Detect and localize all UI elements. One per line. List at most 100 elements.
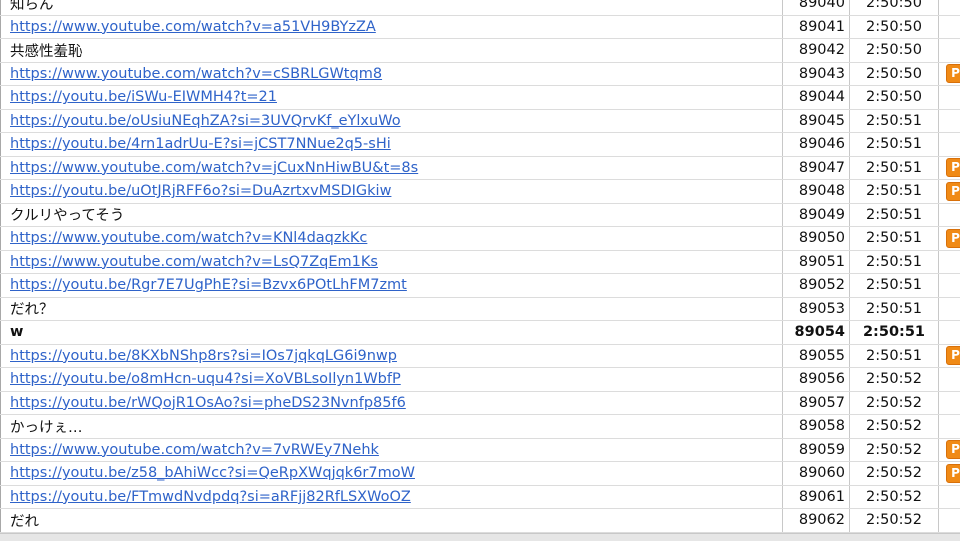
badge-cell: [939, 15, 960, 39]
comment-row[interactable]: https://youtu.be/8KXbNShp8rs?si=IOs7jqkq…: [1, 344, 960, 368]
comment-number: 89044: [783, 86, 850, 110]
comment-number: 89056: [783, 368, 850, 392]
comment-cell: https://youtu.be/iSWu-EIWMH4?t=21: [1, 86, 783, 110]
comment-number: 89043: [783, 62, 850, 86]
comment-timestamp: 2:50:51: [850, 274, 939, 298]
comment-row[interactable]: クルリやってそう890492:50:51: [1, 203, 960, 227]
comment-row[interactable]: https://youtu.be/o8mHcn-uqu4?si=XoVBLsoI…: [1, 368, 960, 392]
comment-number: 89055: [783, 344, 850, 368]
comment-number: 89048: [783, 180, 850, 204]
comment-row[interactable]: https://www.youtube.com/watch?v=cSBRLGWt…: [1, 62, 960, 86]
badge-cell: [939, 274, 960, 298]
badge-cell: [939, 250, 960, 274]
comment-row[interactable]: https://youtu.be/FTmwdNvdpdq?si=aRFjj82R…: [1, 485, 960, 509]
comment-cell: https://youtu.be/rWQojR1OsAo?si=pheDS23N…: [1, 391, 783, 415]
comment-row[interactable]: https://youtu.be/iSWu-EIWMH4?t=21890442:…: [1, 86, 960, 110]
badge-cell: [939, 321, 960, 345]
comment-timestamp: 2:50:51: [850, 133, 939, 157]
comment-number: 89051: [783, 250, 850, 274]
comment-text: だれ: [10, 514, 39, 530]
comment-timestamp: 2:50:51: [850, 297, 939, 321]
comment-cell: だれ？: [1, 297, 783, 321]
premium-badge-icon: P: [946, 440, 960, 459]
comment-number: 89054: [783, 321, 850, 345]
premium-badge-icon: P: [946, 64, 960, 83]
badge-cell: [939, 203, 960, 227]
premium-badge-icon: P: [946, 464, 960, 483]
badge-cell: P: [939, 227, 960, 251]
comment-text: クルリやってそう: [10, 208, 124, 224]
comment-link[interactable]: https://youtu.be/z58_bAhiWcc?si=QeRpXWqj…: [10, 465, 415, 481]
comment-link[interactable]: https://www.youtube.com/watch?v=KNl4daqz…: [10, 230, 367, 246]
comment-text: かっけぇ…: [10, 420, 83, 436]
comment-row[interactable]: かっけぇ…890582:50:52: [1, 415, 960, 439]
comment-text: w: [10, 324, 23, 340]
comment-link[interactable]: https://youtu.be/iSWu-EIWMH4?t=21: [10, 89, 277, 105]
comment-list-body: 知らん890402:50:50 https://www.youtube.com/w…: [1, 0, 960, 532]
comment-number: 89049: [783, 203, 850, 227]
comment-text: 知らん: [10, 0, 54, 13]
comment-row[interactable]: https://youtu.be/rWQojR1OsAo?si=pheDS23N…: [1, 391, 960, 415]
comment-row[interactable]: https://www.youtube.com/watch?v=LsQ7ZqEm…: [1, 250, 960, 274]
comment-timestamp: 2:50:50: [850, 39, 939, 63]
comment-number: 89052: [783, 274, 850, 298]
comment-cell: 共感性羞恥: [1, 39, 783, 63]
comment-row[interactable]: https://www.youtube.com/watch?v=KNl4daqz…: [1, 227, 960, 251]
comment-number: 89059: [783, 438, 850, 462]
comment-row[interactable]: w890542:50:51: [1, 321, 960, 345]
comment-link[interactable]: https://youtu.be/uOtJRjRFF6o?si=DuAzrtxv…: [10, 183, 391, 199]
badge-cell: P: [939, 62, 960, 86]
comment-timestamp: 2:50:51: [850, 109, 939, 133]
comment-row[interactable]: https://www.youtube.com/watch?v=jCuxNnHi…: [1, 156, 960, 180]
comment-link[interactable]: https://www.youtube.com/watch?v=a51VH9BY…: [10, 19, 376, 35]
comment-number: 89050: [783, 227, 850, 251]
comment-timestamp: 2:50:50: [850, 0, 939, 15]
comment-cell: https://youtu.be/Rgr7E7UgPhE?si=Bzvx6POt…: [1, 274, 783, 298]
badge-cell: [939, 415, 960, 439]
comment-link[interactable]: https://www.youtube.com/watch?v=cSBRLGWt…: [10, 66, 382, 82]
comment-row[interactable]: 共感性羞恥890422:50:50: [1, 39, 960, 63]
comment-timestamp: 2:50:52: [850, 462, 939, 486]
badge-cell: [939, 0, 960, 15]
comment-link[interactable]: https://www.youtube.com/watch?v=7vRWEy7N…: [10, 442, 379, 458]
comment-timestamp: 2:50:51: [850, 250, 939, 274]
comment-link[interactable]: https://youtu.be/Rgr7E7UgPhE?si=Bzvx6POt…: [10, 277, 407, 293]
comment-link[interactable]: https://youtu.be/FTmwdNvdpdq?si=aRFjj82R…: [10, 489, 411, 505]
comment-number: 89060: [783, 462, 850, 486]
comment-cell: https://youtu.be/o8mHcn-uqu4?si=XoVBLsoI…: [1, 368, 783, 392]
comment-cell: w: [1, 321, 783, 345]
comment-row[interactable]: だれ890622:50:52: [1, 509, 960, 533]
comment-row[interactable]: https://www.youtube.com/watch?v=a51VH9BY…: [1, 15, 960, 39]
comment-row[interactable]: だれ？890532:50:51: [1, 297, 960, 321]
comment-timestamp: 2:50:52: [850, 509, 939, 533]
badge-cell: P: [939, 344, 960, 368]
badge-cell: [939, 39, 960, 63]
comment-cell: https://youtu.be/8KXbNShp8rs?si=IOs7jqkq…: [1, 344, 783, 368]
comment-link[interactable]: https://youtu.be/rWQojR1OsAo?si=pheDS23N…: [10, 395, 406, 411]
comment-link[interactable]: https://youtu.be/8KXbNShp8rs?si=IOs7jqkq…: [10, 348, 397, 364]
badge-cell: [939, 485, 960, 509]
premium-badge-icon: P: [946, 158, 960, 177]
comment-cell: https://youtu.be/FTmwdNvdpdq?si=aRFjj82R…: [1, 485, 783, 509]
comment-link[interactable]: https://youtu.be/o8mHcn-uqu4?si=XoVBLsoI…: [10, 371, 401, 387]
comment-link[interactable]: https://www.youtube.com/watch?v=jCuxNnHi…: [10, 160, 418, 176]
comment-row[interactable]: https://youtu.be/Rgr7E7UgPhE?si=Bzvx6POt…: [1, 274, 960, 298]
comment-row[interactable]: https://youtu.be/z58_bAhiWcc?si=QeRpXWqj…: [1, 462, 960, 486]
comment-link[interactable]: https://youtu.be/4rn1adrUu-E?si=jCST7NNu…: [10, 136, 391, 152]
comment-link[interactable]: https://www.youtube.com/watch?v=LsQ7ZqEm…: [10, 254, 378, 270]
comment-cell: https://www.youtube.com/watch?v=LsQ7ZqEm…: [1, 250, 783, 274]
badge-cell: [939, 297, 960, 321]
comment-row[interactable]: https://youtu.be/oUsiuNEqhZA?si=3UVQrvKf…: [1, 109, 960, 133]
comment-row[interactable]: 知らん890402:50:50: [1, 0, 960, 15]
comment-row[interactable]: https://www.youtube.com/watch?v=7vRWEy7N…: [1, 438, 960, 462]
comment-timestamp: 2:50:51: [850, 180, 939, 204]
comment-row[interactable]: https://youtu.be/uOtJRjRFF6o?si=DuAzrtxv…: [1, 180, 960, 204]
comment-cell: 知らん: [1, 0, 783, 15]
comment-number: 89058: [783, 415, 850, 439]
badge-cell: [939, 509, 960, 533]
comment-row[interactable]: https://youtu.be/4rn1adrUu-E?si=jCST7NNu…: [1, 133, 960, 157]
comment-cell: https://youtu.be/4rn1adrUu-E?si=jCST7NNu…: [1, 133, 783, 157]
badge-cell: P: [939, 156, 960, 180]
comment-link[interactable]: https://youtu.be/oUsiuNEqhZA?si=3UVQrvKf…: [10, 113, 401, 129]
comment-text: 共感性羞恥: [10, 44, 83, 60]
